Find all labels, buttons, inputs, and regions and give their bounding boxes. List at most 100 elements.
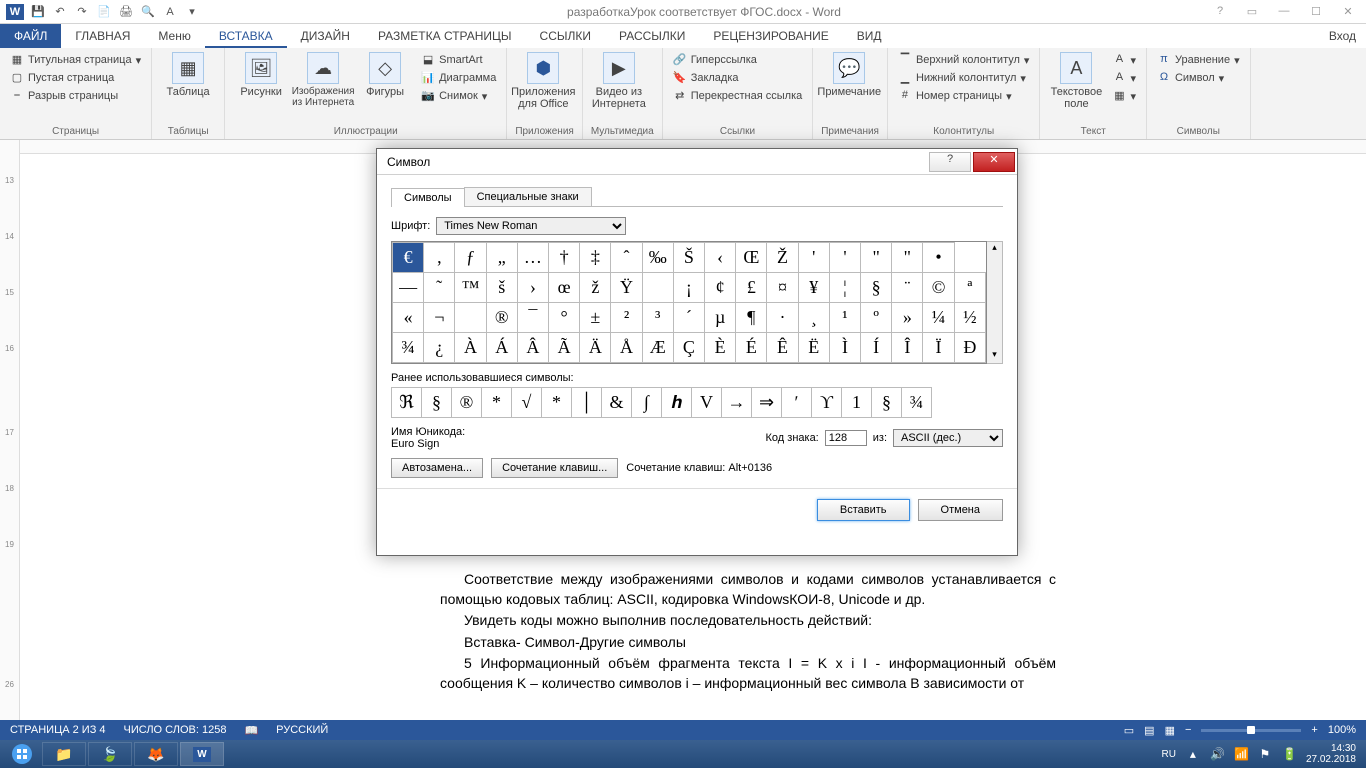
symbol-cell[interactable]: ¶	[736, 303, 767, 333]
symbol-cell[interactable]: «	[393, 303, 424, 333]
online-pictures-button[interactable]: ☁Изображения из Интернета	[295, 52, 351, 108]
recent-symbol-cell[interactable]: ʹ	[782, 388, 812, 418]
symbol-cell[interactable]: Ž	[767, 243, 798, 273]
view-web-icon[interactable]: ▦	[1165, 724, 1175, 737]
tray-up-icon[interactable]: ▴	[1186, 747, 1200, 761]
symbol-cell[interactable]: Ï	[923, 333, 954, 363]
symbol-cell[interactable]: ©	[923, 273, 954, 303]
recent-symbol-cell[interactable]: §	[422, 388, 452, 418]
symbol-cell[interactable]: "	[861, 243, 892, 273]
recent-symbol-cell[interactable]: §	[872, 388, 902, 418]
tab-design[interactable]: ДИЗАЙН	[287, 24, 364, 48]
symbol-cell[interactable]: „	[486, 243, 517, 273]
screenshot-button[interactable]: 📷Снимок ▾	[419, 88, 498, 104]
help-icon[interactable]: ?	[1210, 5, 1230, 19]
symbol-cell[interactable]: Î	[892, 333, 923, 363]
symbol-cell[interactable]: ª	[954, 273, 985, 303]
tab-mailings[interactable]: РАССЫЛКИ	[605, 24, 699, 48]
symbol-cell[interactable]: œ	[549, 273, 580, 303]
symbol-cell[interactable]: ƒ	[455, 243, 486, 273]
redo-icon[interactable]: ↷	[74, 4, 90, 20]
symbol-cell[interactable]: Ê	[767, 333, 798, 363]
smartart-button[interactable]: ⬓SmartArt	[419, 52, 498, 68]
symbol-cell[interactable]: '	[798, 243, 829, 273]
symbol-cell[interactable]: º	[861, 303, 892, 333]
text-extra-button[interactable]: A▾	[1110, 70, 1138, 86]
recent-symbol-cell[interactable]: │	[572, 388, 602, 418]
tray-network-icon[interactable]: 📶	[1234, 747, 1248, 761]
tab-symbols[interactable]: Символы	[391, 188, 465, 207]
recent-symbol-cell[interactable]: √	[512, 388, 542, 418]
tray-lang[interactable]: RU	[1161, 749, 1175, 760]
symbol-cell[interactable]: Š	[673, 243, 704, 273]
apps-button[interactable]: ⬢Приложения для Office	[515, 52, 571, 110]
symbol-cell[interactable]: µ	[705, 303, 736, 333]
shapes-button[interactable]: ◇Фигуры	[357, 52, 413, 98]
symbol-cell[interactable]: ¾	[393, 333, 424, 363]
document-text[interactable]: Соответствие между изображениями символо…	[440, 570, 1056, 696]
symbol-cell[interactable]: Ÿ	[611, 273, 642, 303]
view-print-icon[interactable]: ▤	[1144, 724, 1154, 737]
symbol-cell[interactable]: ¤	[767, 273, 798, 303]
recent-symbol-cell[interactable]: →	[722, 388, 752, 418]
recent-symbol-cell[interactable]: *	[542, 388, 572, 418]
tray-volume-icon[interactable]: 🔊	[1210, 747, 1224, 761]
footer-button[interactable]: ▁Нижний колонтитул ▾	[896, 70, 1031, 86]
symbol-cell[interactable]: ³	[642, 303, 673, 333]
save-icon[interactable]: 💾	[30, 4, 46, 20]
taskbar-firefox[interactable]: 🦊	[134, 742, 178, 766]
recent-symbol-cell[interactable]: ϒ	[812, 388, 842, 418]
symbol-cell[interactable]: Ì	[829, 333, 860, 363]
symbol-cell[interactable]: ˜	[424, 273, 455, 303]
chart-button[interactable]: 📊Диаграмма	[419, 70, 498, 86]
symbol-cell[interactable]: ´	[673, 303, 704, 333]
tab-menu[interactable]: Меню	[144, 24, 204, 48]
symbol-cell[interactable]: Ð	[954, 333, 985, 363]
symbol-cell[interactable]: ›	[517, 273, 548, 303]
tab-references[interactable]: ССЫЛКИ	[526, 24, 605, 48]
symbol-cell[interactable]: ‡	[580, 243, 611, 273]
tray-clock[interactable]: 14:30 27.02.2018	[1306, 743, 1356, 765]
shortcut-button[interactable]: Сочетание клавиш...	[491, 458, 618, 478]
recent-symbol-cell[interactable]: 1	[842, 388, 872, 418]
header-button[interactable]: ▔Верхний колонтитул ▾	[896, 52, 1031, 68]
qat-icon[interactable]: A	[162, 4, 178, 20]
symbol-cell[interactable]: È	[705, 333, 736, 363]
symbol-cell[interactable]: ¦	[829, 273, 860, 303]
recent-symbol-cell[interactable]: &	[602, 388, 632, 418]
autocorrect-button[interactable]: Автозамена...	[391, 458, 483, 478]
taskbar-explorer[interactable]: 📁	[42, 742, 86, 766]
symbol-cell[interactable]: ¨	[892, 273, 923, 303]
qat-icon[interactable]: 🔍	[140, 4, 156, 20]
symbol-cell[interactable]: Â	[517, 333, 548, 363]
symbol-cell[interactable]: ž	[580, 273, 611, 303]
symbol-cell[interactable]: É	[736, 333, 767, 363]
symbol-cell[interactable]: ¹	[829, 303, 860, 333]
tab-review[interactable]: РЕЦЕНЗИРОВАНИЕ	[699, 24, 842, 48]
symbol-cell[interactable]: Å	[611, 333, 642, 363]
status-page[interactable]: СТРАНИЦА 2 ИЗ 4	[10, 724, 106, 736]
signin-link[interactable]: Вход	[1329, 29, 1366, 43]
status-language[interactable]: РУССКИЙ	[276, 724, 328, 736]
symbol-cell[interactable]: »	[892, 303, 923, 333]
tab-layout[interactable]: РАЗМЕТКА СТРАНИЦЫ	[364, 24, 526, 48]
code-input[interactable]	[825, 430, 867, 446]
zoom-out-icon[interactable]: −	[1185, 724, 1191, 736]
symbol-cell[interactable]: ¢	[705, 273, 736, 303]
symbol-cell[interactable]: °	[549, 303, 580, 333]
comment-button[interactable]: 💬Примечание	[821, 52, 877, 98]
insert-button[interactable]: Вставить	[817, 499, 910, 521]
symbol-cell[interactable]: ®	[486, 303, 517, 333]
symbol-cell[interactable]: ‹	[705, 243, 736, 273]
recent-symbol-cell[interactable]: ℜ	[392, 388, 422, 418]
symbol-cell[interactable]: †	[549, 243, 580, 273]
symbol-cell[interactable]: —	[393, 273, 424, 303]
symbol-cell[interactable]: ‚	[424, 243, 455, 273]
cancel-button[interactable]: Отмена	[918, 499, 1003, 521]
symbol-cell[interactable]: £	[736, 273, 767, 303]
from-select[interactable]: ASCII (дес.)	[893, 429, 1003, 447]
textbox-button[interactable]: AТекстовое поле	[1048, 52, 1104, 110]
qat-icon[interactable]: 🖨	[118, 4, 134, 20]
dialog-close-button[interactable]: ✕	[973, 152, 1015, 172]
qat-icon[interactable]: 📄	[96, 4, 112, 20]
